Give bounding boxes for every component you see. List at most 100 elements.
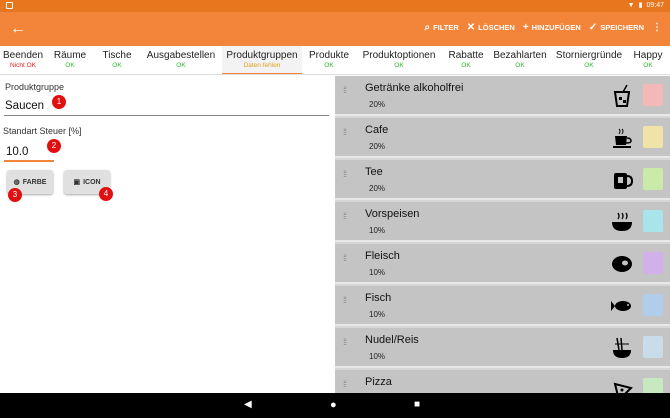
tab-ausgabestellen[interactable]: Ausgabestellen OK: [140, 46, 222, 74]
fish-icon: [611, 301, 631, 311]
color-swatch: [643, 336, 663, 358]
tax-input[interactable]: 10.0: [6, 146, 28, 158]
home-nav-icon[interactable]: ●: [330, 399, 337, 411]
group-editor: Produktgruppe Saucen 1 Standart Steuer […: [0, 76, 335, 393]
group-name-input[interactable]: Saucen: [5, 100, 44, 112]
tab-label: Produkte: [308, 50, 350, 61]
battery-icon: ▮: [638, 2, 643, 9]
list-item[interactable]: ⁞⁞ Fleisch 10%: [335, 244, 670, 284]
tab-status: OK: [643, 62, 653, 69]
group-name: Fisch: [365, 292, 392, 304]
color-button-label: FARBE: [22, 178, 47, 186]
tab-beenden[interactable]: Beenden Nicht OK: [0, 46, 46, 74]
plus-icon: +: [522, 22, 529, 33]
tab-produkte[interactable]: Produkte OK: [302, 46, 356, 74]
filter-label: FILTER: [433, 23, 459, 32]
system-nav-bar: ◀ ● ■: [0, 393, 670, 418]
color-swatch: [643, 378, 663, 393]
tab-status: OK: [515, 62, 525, 69]
group-tax: 10%: [369, 352, 386, 361]
drag-handle-icon[interactable]: ⁞⁞: [343, 128, 349, 146]
soft-drink-icon: [613, 84, 631, 107]
color-swatch: [643, 126, 663, 148]
group-input-underline: [4, 115, 329, 116]
callout-badge-2: 2: [47, 139, 61, 153]
color-swatch: [643, 210, 663, 232]
tea-mug-icon: [614, 173, 633, 189]
drag-handle-icon[interactable]: ⁞⁞: [343, 296, 349, 314]
tab-label: Ausgabestellen: [146, 50, 216, 61]
search-icon: ⌕: [424, 22, 431, 33]
drag-handle-icon[interactable]: ⁞⁞: [343, 212, 349, 230]
drag-handle-icon[interactable]: ⁞⁞: [343, 254, 349, 272]
tab-storniergruende[interactable]: Storniergründe OK: [550, 46, 628, 74]
palette-icon: ◍: [13, 179, 20, 186]
check-icon: ✓: [588, 22, 598, 33]
tab-bezahlarten[interactable]: Bezahlarten OK: [490, 46, 550, 74]
color-swatch: [643, 168, 663, 190]
list-item[interactable]: ⁞⁞ Getränke alkoholfrei 20%: [335, 76, 670, 116]
drag-handle-icon[interactable]: ⁞⁞: [343, 338, 349, 356]
callout-badge-1: 1: [52, 95, 66, 109]
drag-handle-icon[interactable]: ⁞⁞: [343, 170, 349, 188]
group-name: Fleisch: [365, 250, 400, 262]
tab-raeume[interactable]: Räume OK: [46, 46, 94, 74]
group-tax: 10%: [369, 268, 386, 277]
back-nav-icon[interactable]: ◀: [244, 399, 252, 410]
tab-produktgruppen[interactable]: Produktgruppen Daten fehlen: [222, 46, 302, 74]
tab-label: Storniergründe: [555, 50, 623, 61]
delete-button[interactable]: ✕ LÖSCHEN: [467, 22, 515, 33]
tab-label: Happy: [633, 50, 663, 61]
icon-button-label: ICON: [83, 178, 101, 186]
delete-label: LÖSCHEN: [478, 23, 515, 32]
tab-status: OK: [584, 62, 594, 69]
add-label: HINZUFÜGEN: [531, 23, 581, 32]
tab-status: OK: [461, 62, 471, 69]
list-item[interactable]: ⁞⁞ Tee 20%: [335, 160, 670, 200]
tab-status: OK: [324, 62, 334, 69]
notification-icon: [6, 2, 13, 9]
overflow-menu-button[interactable]: ⋮: [652, 22, 662, 33]
filter-button[interactable]: ⌕ FILTER: [424, 22, 458, 33]
steak-icon: [612, 256, 632, 272]
callout-badge-4: 4: [99, 187, 113, 201]
group-name: Nudel/Reis: [365, 334, 419, 346]
list-item[interactable]: ⁞⁞ Nudel/Reis 10%: [335, 328, 670, 368]
tab-tische[interactable]: Tische OK: [94, 46, 140, 74]
group-name: Pizza: [365, 376, 392, 388]
tab-status: OK: [65, 62, 75, 69]
list-item[interactable]: ⁞⁞ Cafe 20%: [335, 118, 670, 158]
group-tax: 20%: [369, 184, 386, 193]
tab-label: Rabatte: [448, 50, 484, 61]
group-name: Getränke alkoholfrei: [365, 82, 464, 94]
list-item[interactable]: ⁞⁞ Vorspeisen 10%: [335, 202, 670, 242]
app-bar: ← ⌕ FILTER ✕ LÖSCHEN + HINZUFÜGEN ✓ SPEI…: [0, 12, 670, 46]
tab-status: OK: [394, 62, 404, 69]
tab-label: Tische: [102, 50, 132, 61]
add-button[interactable]: + HINZUFÜGEN: [523, 22, 581, 33]
color-swatch: [643, 252, 663, 274]
tab-label: Bezahlarten: [493, 50, 547, 61]
list-item[interactable]: ⁞⁞ Pizza: [335, 370, 670, 393]
drag-handle-icon[interactable]: ⁞⁞: [343, 380, 349, 393]
more-vert-icon: ⋮: [652, 22, 662, 33]
tab-rabatte[interactable]: Rabatte OK: [442, 46, 490, 74]
group-name: Vorspeisen: [365, 208, 420, 220]
tab-label: Räume: [53, 50, 87, 61]
status-bar: ▼ ▮ 09:47: [0, 0, 670, 12]
group-name: Tee: [365, 166, 383, 178]
arrow-left-icon[interactable]: ←: [10, 19, 26, 39]
status-time: 09:47: [646, 1, 664, 9]
tab-status: Daten fehlen: [243, 62, 281, 69]
noodles-icon: [613, 337, 631, 358]
save-button[interactable]: ✓ SPEICHERN: [589, 22, 644, 33]
list-item[interactable]: ⁞⁞ Fisch 10%: [335, 286, 670, 326]
close-icon: ✕: [466, 22, 476, 33]
group-tax: 20%: [369, 142, 386, 151]
tab-produktoptionen[interactable]: Produktoptionen OK: [356, 46, 442, 74]
tab-happy[interactable]: Happy OK: [628, 46, 668, 74]
recents-nav-icon[interactable]: ■: [414, 399, 420, 410]
drag-handle-icon[interactable]: ⁞⁞: [343, 86, 349, 104]
tab-status: OK: [112, 62, 122, 69]
soup-bowl-icon: [612, 212, 632, 231]
